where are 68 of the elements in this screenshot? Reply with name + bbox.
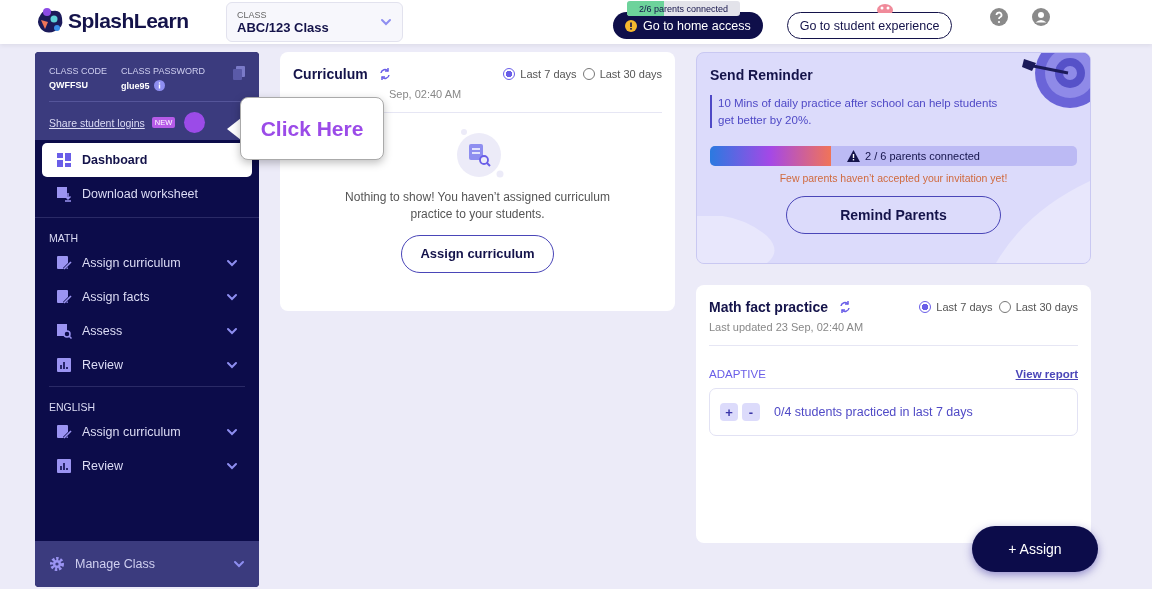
chart-icon <box>56 458 72 474</box>
nav-item[interactable]: Assign facts <box>42 280 252 314</box>
nav-item[interactable]: Review <box>42 348 252 382</box>
assign-curriculum-button[interactable]: Assign curriculum <box>401 234 554 273</box>
assign-button[interactable]: + Assign <box>972 526 1098 572</box>
view-report-link[interactable]: View report <box>1015 368 1078 380</box>
profile-icon[interactable] <box>1032 8 1051 26</box>
nav-item[interactable]: Review <box>42 449 252 483</box>
range-radio[interactable]: Last 7 days <box>503 68 577 80</box>
chevron-icon[interactable] <box>233 558 245 570</box>
tip-text: 10 Mins of daily practice after school can help students get better by 20%. <box>710 95 1008 129</box>
chevron-icon[interactable] <box>226 257 238 269</box>
refresh-icon[interactable] <box>838 300 853 314</box>
search-icon <box>56 323 72 339</box>
class-password: glue95 <box>121 80 150 91</box>
edit-icon <box>56 289 72 305</box>
class-password-label: CLASS PASSWORD <box>121 66 205 76</box>
last-updated: Sep, 02:40 AM <box>389 88 462 100</box>
class-code: QWFFSU <box>49 80 89 90</box>
grid-icon <box>56 152 72 168</box>
chart-icon <box>56 357 72 373</box>
nav-item[interactable]: Assess <box>42 314 252 348</box>
nav-item[interactable]: Dashboard <box>42 143 252 177</box>
warning-text: Few parents haven’t accepted your invitation yet! <box>778 172 1009 185</box>
class-code-label: CLASS CODE <box>49 66 108 76</box>
download-icon <box>56 186 72 202</box>
refresh-icon[interactable] <box>377 67 392 81</box>
nav-item[interactable]: Download worksheet <box>42 177 252 211</box>
logo-text: SplashLearn <box>68 9 189 33</box>
chevron-icon[interactable] <box>226 325 238 337</box>
class-dropdown[interactable]: CLASS ABC/123 Class <box>226 2 403 42</box>
highlight-dot <box>184 112 206 133</box>
expand-button[interactable]: + <box>720 403 738 421</box>
section-title: MATH <box>48 231 79 246</box>
chevron-icon[interactable] <box>226 359 238 371</box>
edit-icon <box>56 424 72 440</box>
empty-message: Nothing to show! You haven’t assigned curriculum practice to your students. <box>344 189 611 223</box>
logo-icon <box>35 6 65 36</box>
tooltip: Click Here <box>240 97 384 160</box>
chevron-icon[interactable] <box>226 460 238 472</box>
settings-icon <box>49 556 65 572</box>
range-radio[interactable]: Last 30 days <box>998 301 1078 313</box>
collapse-button[interactable]: - <box>742 403 760 421</box>
student-experience-button[interactable]: Go to student experience <box>786 12 953 39</box>
summary-text: 0/4 students practiced in last 7 days <box>774 405 973 419</box>
help-icon[interactable] <box>990 8 1009 26</box>
chevron-icon[interactable] <box>226 291 238 303</box>
warning-icon <box>625 19 637 32</box>
manage-class-item[interactable]: Manage Class <box>35 541 259 587</box>
range-radio[interactable]: Last 7 days <box>919 301 993 313</box>
info-icon[interactable] <box>153 80 165 91</box>
section-label: ADAPTIVE <box>709 368 766 380</box>
card-title: Curriculum <box>293 66 368 82</box>
mascot-icon <box>876 3 894 13</box>
last-updated: Last updated 23 Sep, 02:40 AM <box>709 321 1078 346</box>
chevron-icon[interactable] <box>380 16 392 28</box>
card-title: Send Reminder <box>710 67 814 83</box>
progress-label: 2 / 6 parents connected <box>865 150 980 163</box>
nav-item[interactable]: Assign curriculum <box>42 415 252 449</box>
copy-icon[interactable] <box>233 66 245 80</box>
section-title: ENGLISH <box>49 400 97 415</box>
range-radio[interactable]: Last 30 days <box>582 68 662 80</box>
chevron-icon[interactable] <box>226 426 238 438</box>
edit-icon <box>56 255 72 271</box>
card-title: Math fact practice <box>709 299 829 315</box>
warning-icon <box>847 150 860 163</box>
nav-item[interactable]: Assign curriculum <box>42 246 252 280</box>
share-logins-link[interactable]: Share student logins <box>49 116 145 129</box>
